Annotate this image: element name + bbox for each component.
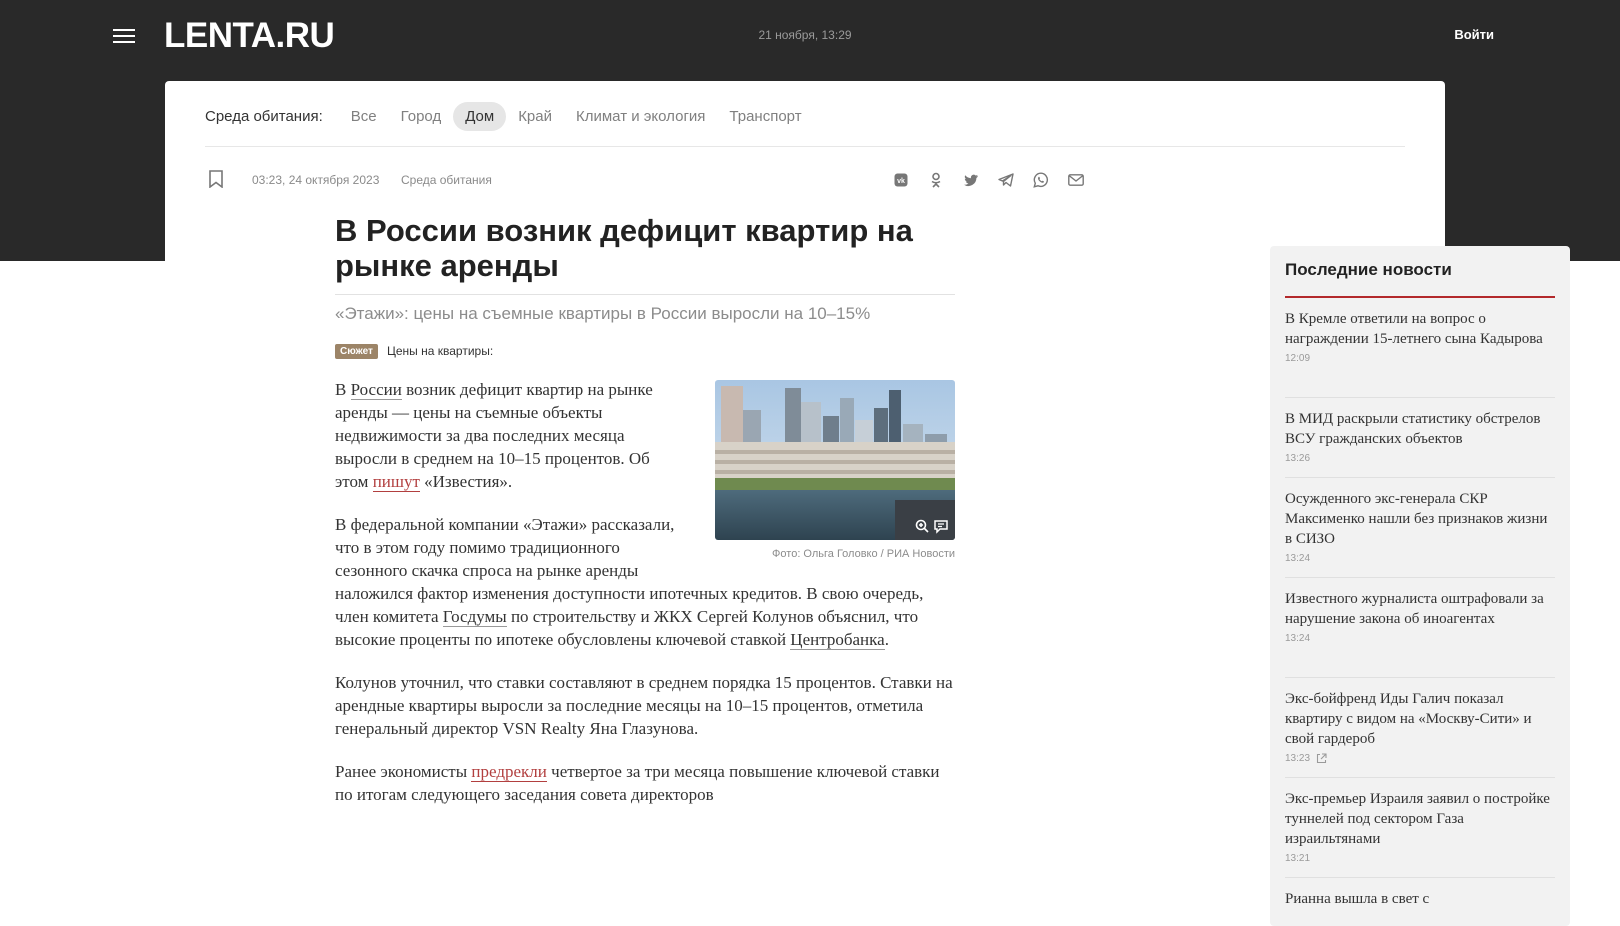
svg-text:vk: vk	[897, 178, 905, 185]
news-title: В Кремле ответили на вопрос о награждени…	[1285, 311, 1543, 347]
latest-news-underline	[1285, 296, 1555, 298]
bookmark-icon[interactable]	[209, 170, 223, 189]
news-item[interactable]: Осужденного экс-генерала СКР Максименко …	[1285, 489, 1555, 564]
news-item[interactable]: Экс-бойфренд Иды Галич показал квартиру …	[1285, 689, 1555, 764]
text: .	[884, 630, 889, 649]
tab-transport[interactable]: Транспорт	[717, 102, 813, 131]
news-separator	[1285, 677, 1555, 678]
tab-all[interactable]: Все	[339, 102, 389, 131]
news-time: 13:21	[1285, 853, 1311, 864]
article-body: В России возник дефицит квартир на рынке…	[335, 378, 955, 826]
news-separator	[1285, 777, 1555, 778]
news-item[interactable]: Известного журналиста оштрафовали за нар…	[1285, 589, 1555, 644]
external-link-icon	[1316, 753, 1327, 764]
news-time-row: 13:23	[1285, 753, 1555, 764]
telegram-icon[interactable]	[996, 171, 1016, 189]
latest-news-title: Последние новости	[1285, 260, 1452, 279]
share-buttons: vk	[891, 171, 1101, 189]
text: «Известия».	[419, 472, 513, 491]
title-divider	[335, 294, 955, 295]
tab-climate[interactable]: Климат и экология	[564, 102, 717, 131]
menu-icon[interactable]	[113, 28, 135, 44]
news-time: 13:23	[1285, 753, 1311, 764]
news-title: Экс-премьер Израиля заявил о постройке т…	[1285, 791, 1550, 847]
rubric-nav-label: Среда обитания:	[205, 107, 323, 125]
story-badge[interactable]: Сюжет	[335, 344, 378, 359]
link-duma[interactable]: Госдумы	[442, 607, 507, 627]
article-rubric-link[interactable]: Среда обитания	[401, 173, 492, 187]
site-logo[interactable]: LENTA.RU	[164, 14, 335, 58]
news-separator	[1285, 577, 1555, 578]
link-russia[interactable]: России	[350, 380, 402, 400]
nav-divider	[205, 146, 1405, 147]
news-separator	[1285, 877, 1555, 878]
site-header: LENTA.RU 21 ноября, 13:29 Войти	[0, 0, 1620, 72]
news-title: В МИД раскрыли статистику обстрелов ВСУ …	[1285, 411, 1541, 447]
rubric-nav: Среда обитания: Все Город Дом Край Клима…	[205, 101, 814, 131]
news-title: Известного журналиста оштрафовали за нар…	[1285, 591, 1544, 627]
news-title: Экс-бойфренд Иды Галич показал квартиру …	[1285, 691, 1532, 747]
text: Ранее экономисты	[335, 762, 472, 781]
link-source[interactable]: пишут	[372, 472, 420, 492]
whatsapp-icon[interactable]	[1031, 171, 1051, 189]
paragraph-3: Колунов уточнил, что ставки составляют в…	[335, 673, 953, 738]
paragraph-2: В федеральной компании «Этажи» рассказал…	[335, 513, 955, 651]
latest-news-sidebar: Последние новости В Кремле ответили на в…	[1270, 246, 1570, 926]
article-lead: «Этажи»: цены на съемные квартиры в Росс…	[335, 304, 871, 323]
link-central-bank[interactable]: Центробанка	[790, 630, 885, 650]
news-item[interactable]: В Кремле ответили на вопрос о награждени…	[1285, 309, 1555, 364]
twitter-icon[interactable]	[961, 171, 981, 189]
vk-icon[interactable]: vk	[891, 171, 911, 189]
article-date: 03:23, 24 октября 2023	[252, 173, 380, 187]
news-item[interactable]: В МИД раскрыли статистику обстрелов ВСУ …	[1285, 409, 1555, 464]
ok-icon[interactable]	[926, 171, 946, 189]
header-datetime: 21 ноября, 13:29	[758, 28, 852, 42]
tab-home[interactable]: Дом	[453, 101, 507, 131]
login-button[interactable]: Войти	[1454, 27, 1494, 42]
news-time: 12:09	[1285, 353, 1311, 364]
content-card: Среда обитания: Все Город Дом Край Клима…	[165, 81, 1570, 926]
link-forecast[interactable]: предрекли	[471, 762, 547, 782]
article-title: В России возник дефицит квартир на рынке…	[335, 213, 913, 283]
float-spacer	[675, 513, 955, 579]
news-separator	[1285, 477, 1555, 478]
tab-city[interactable]: Город	[389, 102, 454, 131]
news-time: 13:24	[1285, 553, 1311, 564]
story-title-link[interactable]: Цены на квартиры:	[387, 344, 493, 358]
news-title: Осужденного экс-генерала СКР Максименко …	[1285, 491, 1548, 547]
news-title: Рианна вышла в свет с	[1285, 891, 1430, 907]
paragraph-1: В России возник дефицит квартир на рынке…	[335, 378, 680, 493]
news-separator	[1285, 397, 1555, 398]
paragraph-4: Ранее экономисты предрекли четвертое за …	[335, 760, 955, 806]
news-item[interactable]: Рианна вышла в свет с	[1285, 889, 1555, 909]
mail-icon[interactable]	[1066, 171, 1086, 189]
text: В	[335, 380, 351, 399]
tab-region[interactable]: Край	[506, 102, 564, 131]
news-time: 13:26	[1285, 453, 1311, 464]
news-time: 13:24	[1285, 633, 1311, 644]
